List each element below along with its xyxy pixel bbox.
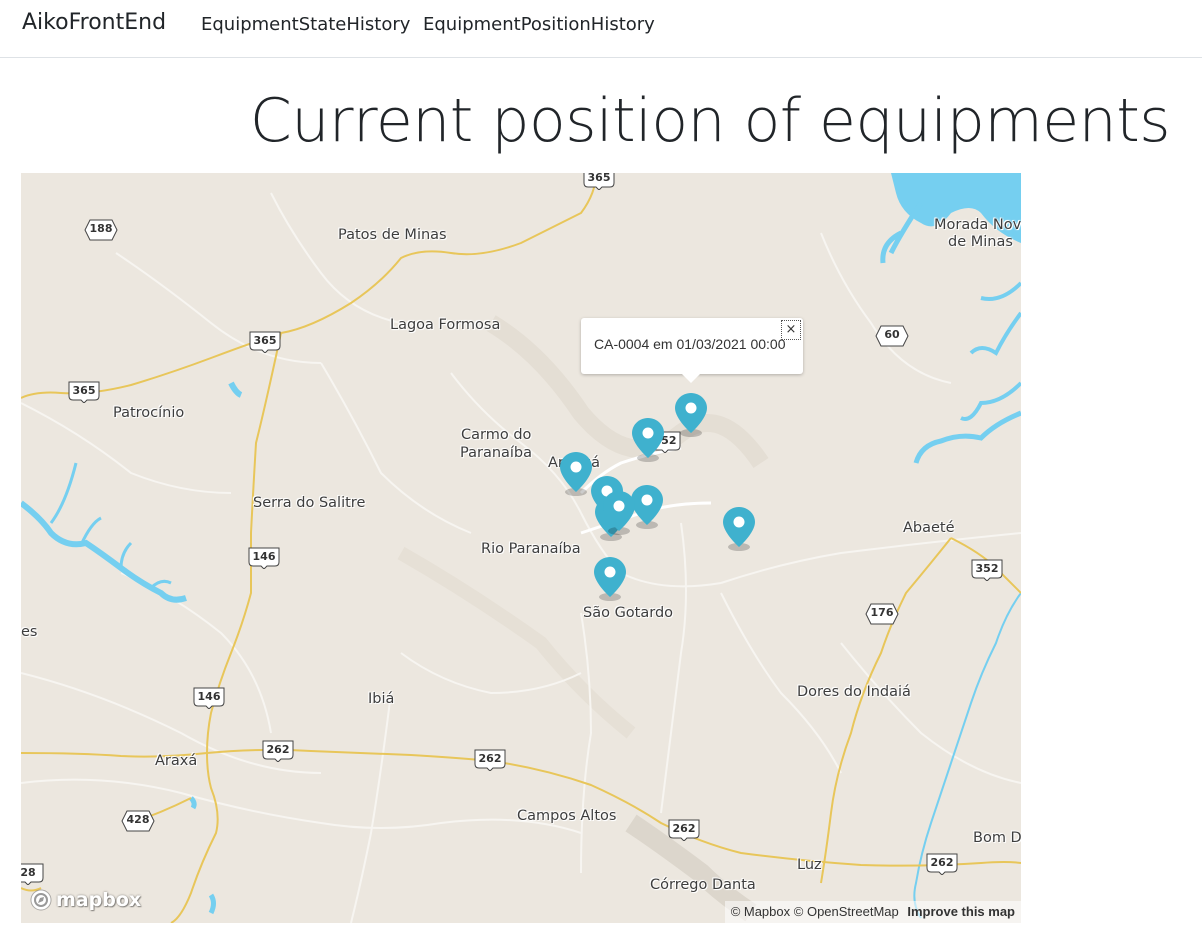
popup-text: CA-0004 em 01/03/2021 00:00	[594, 336, 786, 352]
equipment-marker[interactable]	[630, 416, 666, 464]
road-shield: 365	[67, 381, 101, 403]
road-shield: 365	[582, 173, 616, 190]
city-label-es: es	[21, 624, 38, 640]
road-shield: 146	[247, 547, 281, 569]
page-title: Current position of equipments	[249, 86, 1171, 156]
navbar: AikoFrontEnd EquipmentStateHistory Equip…	[0, 0, 1202, 58]
marker-popup: CA-0004 em 01/03/2021 00:00 ×	[581, 318, 803, 374]
city-label-rio-paranaiba: Rio Paranaíba	[481, 541, 581, 557]
city-label-patrocinio: Patrocínio	[113, 405, 185, 421]
city-label-bom-d: Bom D	[973, 830, 1021, 846]
attribution-osm-link[interactable]: © OpenStreetMap	[794, 904, 899, 919]
city-label-carmo-do: Carmo do	[461, 427, 532, 443]
city-label-lagoa-formosa: Lagoa Formosa	[390, 317, 501, 333]
road-shield: 262	[925, 853, 959, 875]
road-shield: 352	[970, 559, 1004, 581]
improve-map-link[interactable]: Improve this map	[907, 904, 1015, 919]
attribution-mapbox-link[interactable]: © Mapbox	[731, 904, 790, 919]
equipment-marker[interactable]	[721, 505, 757, 553]
road-shield: 60	[875, 325, 909, 347]
map-attribution: © Mapbox © OpenStreetMap Improve this ma…	[724, 901, 1021, 923]
mapbox-logo-text: mapbox	[56, 889, 142, 911]
nav-link-equipment-position-history[interactable]: EquipmentPositionHistory	[423, 14, 655, 35]
city-label-paranaiba: Paranaíba	[460, 445, 533, 461]
road-shield: 262	[667, 819, 701, 841]
nav-link-equipment-state-history[interactable]: EquipmentStateHistory	[201, 14, 410, 35]
road-shield: 188	[84, 219, 118, 241]
road-shield: 28	[21, 863, 45, 885]
city-label-abaete: Abaeté	[903, 520, 955, 536]
road-shield: 262	[473, 749, 507, 771]
brand-link[interactable]: AikoFrontEnd	[22, 10, 166, 35]
road-shield: 176	[865, 603, 899, 625]
mapbox-logo-icon	[30, 889, 52, 911]
city-label-morada-nova: Morada Nova	[934, 217, 1021, 233]
equipment-marker[interactable]	[601, 489, 637, 537]
city-label-sao-gotardo: São Gotardo	[583, 605, 674, 621]
popup-close-button[interactable]: ×	[781, 320, 801, 340]
city-label-corrego-danta: Córrego Danta	[650, 877, 756, 893]
map-container[interactable]: Patos de Minas Lagoa Formosa Morada Nova…	[21, 173, 1021, 923]
city-label-araxa: Araxá	[155, 753, 198, 769]
popup-tip	[681, 373, 701, 383]
city-label-patos-de-minas: Patos de Minas	[338, 227, 447, 243]
road-shield: 428	[121, 810, 155, 832]
city-label-luz: Luz	[797, 857, 822, 873]
city-label-dores-do-indaia: Dores do Indaiá	[797, 684, 911, 700]
equipment-marker[interactable]	[592, 555, 628, 603]
city-label-ibia: Ibiá	[368, 691, 395, 707]
equipment-marker[interactable]	[673, 391, 709, 439]
road-shield: 262	[261, 740, 295, 762]
city-label-serra-do-salitre: Serra do Salitre	[253, 495, 366, 511]
road-shield: 365	[248, 331, 282, 353]
city-label-campos-altos: Campos Altos	[517, 808, 617, 824]
city-label-de-minas: de Minas	[948, 234, 1013, 250]
road-shield: 146	[192, 687, 226, 709]
